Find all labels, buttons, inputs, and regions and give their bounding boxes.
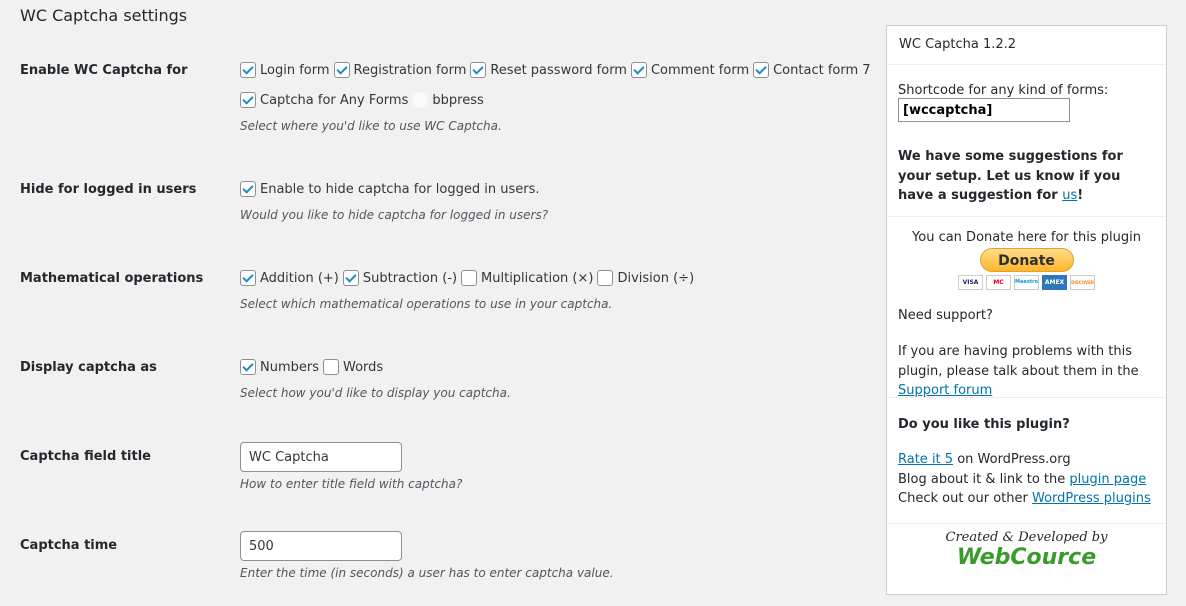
- feedback-links: Rate it 5 on WordPress.org Blog about it…: [898, 450, 1155, 509]
- maestro-card-icon: Maestro: [1014, 275, 1039, 290]
- addition-label: Addition (+): [260, 270, 339, 286]
- suggestion-text: We have some suggestions for your setup.…: [898, 147, 1155, 206]
- plugin-page-link[interactable]: plugin page: [1069, 472, 1146, 487]
- display-captcha-description: Select how you'd like to display you cap…: [240, 386, 511, 400]
- support-text: If you are having problems with this plu…: [898, 342, 1155, 401]
- hide-logged-in-label: Hide for logged in users: [20, 182, 197, 197]
- rate-it-link[interactable]: Rate it 5: [898, 452, 953, 467]
- mastercard-icon: MC: [986, 275, 1011, 290]
- support-heading: Need support?: [898, 308, 993, 323]
- page-title: WC Captcha settings: [20, 6, 188, 25]
- display-captcha-label: Display captcha as: [20, 360, 157, 375]
- addition-checkbox[interactable]: [240, 270, 256, 286]
- division-checkbox[interactable]: [597, 270, 614, 286]
- credit-text: Created & Developed by: [945, 530, 1108, 545]
- sidebar-title: WC Captcha 1.2.2: [887, 26, 1166, 65]
- subtraction-label: Subtraction (-): [362, 270, 458, 286]
- plugin-info-sidebar: WC Captcha 1.2.2 Shortcode for any kind …: [886, 25, 1167, 595]
- captcha-time-description: Enter the time (in seconds) a user has t…: [240, 566, 614, 580]
- contact-form-7-label: Contact form 7: [773, 62, 871, 78]
- login-form-label: Login form: [260, 62, 330, 78]
- multiplication-checkbox[interactable]: [461, 270, 478, 286]
- comment-form-checkbox[interactable]: [630, 62, 647, 78]
- bbpress-label: bbpress: [432, 92, 484, 108]
- words-label: Words: [343, 359, 384, 375]
- division-label: Division (÷): [617, 270, 695, 286]
- like-heading: Do you like this plugin?: [898, 417, 1070, 432]
- hide-logged-in-checkbox[interactable]: [240, 181, 256, 197]
- math-operations-field: Addition (+) Subtraction (-) Multiplicat…: [240, 268, 698, 311]
- math-operations-label: Mathematical operations: [20, 271, 204, 286]
- any-forms-label: Captcha for Any Forms: [260, 92, 409, 108]
- shortcode-input[interactable]: [898, 98, 1070, 122]
- discover-card-icon: DISCOVER: [1070, 275, 1095, 290]
- donate-text: You can Donate here for this plugin: [912, 230, 1141, 245]
- captcha-field-title-field: How to enter title field with captcha?: [240, 442, 462, 491]
- captcha-field-title-input[interactable]: [240, 442, 402, 472]
- webcource-logo[interactable]: WebCource: [887, 545, 1166, 570]
- captcha-time-field: Enter the time (in seconds) a user has t…: [240, 531, 614, 580]
- any-forms-checkbox[interactable]: [240, 92, 256, 108]
- contact-form-7-checkbox[interactable]: [753, 62, 770, 78]
- bbpress-checkbox[interactable]: [412, 92, 429, 108]
- registration-form-label: Registration form: [353, 62, 467, 78]
- numbers-checkbox[interactable]: [240, 359, 256, 375]
- login-form-checkbox[interactable]: [240, 62, 256, 78]
- hide-logged-in-description: Would you like to hide captcha for logge…: [240, 208, 549, 222]
- suggestion-exclaim: !: [1077, 188, 1084, 203]
- captcha-field-title-description: How to enter title field with captcha?: [240, 477, 463, 491]
- reset-password-form-label: Reset password form: [490, 62, 627, 78]
- feedback-section: Do you like this plugin? Rate it 5 on Wo…: [887, 398, 1166, 524]
- comment-form-label: Comment form: [650, 62, 750, 78]
- multiplication-label: Multiplication (×): [481, 270, 594, 286]
- shortcode-section: Shortcode for any kind of forms: We have…: [887, 65, 1166, 217]
- suggestion-body: We have some suggestions for your setup.…: [898, 149, 1123, 203]
- suggestion-us-link[interactable]: us: [1062, 188, 1077, 203]
- enable-captcha-field: Login form Registration form Reset passw…: [240, 60, 875, 133]
- support-forum-link[interactable]: Support forum: [898, 383, 992, 398]
- reset-password-form-checkbox[interactable]: [470, 62, 487, 78]
- subtraction-checkbox[interactable]: [342, 270, 359, 286]
- support-body: If you are having problems with this plu…: [898, 344, 1139, 379]
- blog-text: Blog about it & link to the: [898, 471, 1070, 487]
- enable-captcha-label: Enable WC Captcha for: [20, 63, 188, 78]
- enable-captcha-description: Select where you'd like to use WC Captch…: [240, 119, 502, 133]
- math-operations-description: Select which mathematical operations to …: [240, 297, 613, 311]
- words-checkbox[interactable]: [323, 359, 339, 375]
- donate-support-section: You can Donate here for this plugin Dona…: [887, 217, 1166, 398]
- amex-card-icon: AMEX: [1042, 275, 1067, 290]
- numbers-label: Numbers: [260, 359, 319, 375]
- hide-logged-in-field: Enable to hide captcha for logged in use…: [240, 179, 548, 222]
- display-captcha-field: Numbers Words Select how you'd like to d…: [240, 357, 511, 400]
- registration-form-checkbox[interactable]: [333, 62, 350, 78]
- wordpress-plugins-link[interactable]: WordPress plugins: [1032, 491, 1151, 506]
- rate-suffix: on WordPress.org: [953, 452, 1071, 467]
- captcha-field-title-label: Captcha field title: [20, 449, 151, 464]
- credit-section: Created & Developed by WebCource: [887, 524, 1166, 570]
- shortcode-label: Shortcode for any kind of forms:: [898, 83, 1109, 98]
- captcha-time-label: Captcha time: [20, 538, 118, 553]
- other-text: Check out our other: [898, 491, 1032, 506]
- hide-logged-in-option-label: Enable to hide captcha for logged in use…: [260, 181, 540, 197]
- payment-cards: VISA MC Maestro AMEX DISCOVER: [898, 275, 1155, 290]
- captcha-time-input[interactable]: [240, 531, 402, 561]
- donate-button[interactable]: Donate: [979, 248, 1074, 272]
- visa-card-icon: VISA: [958, 275, 983, 290]
